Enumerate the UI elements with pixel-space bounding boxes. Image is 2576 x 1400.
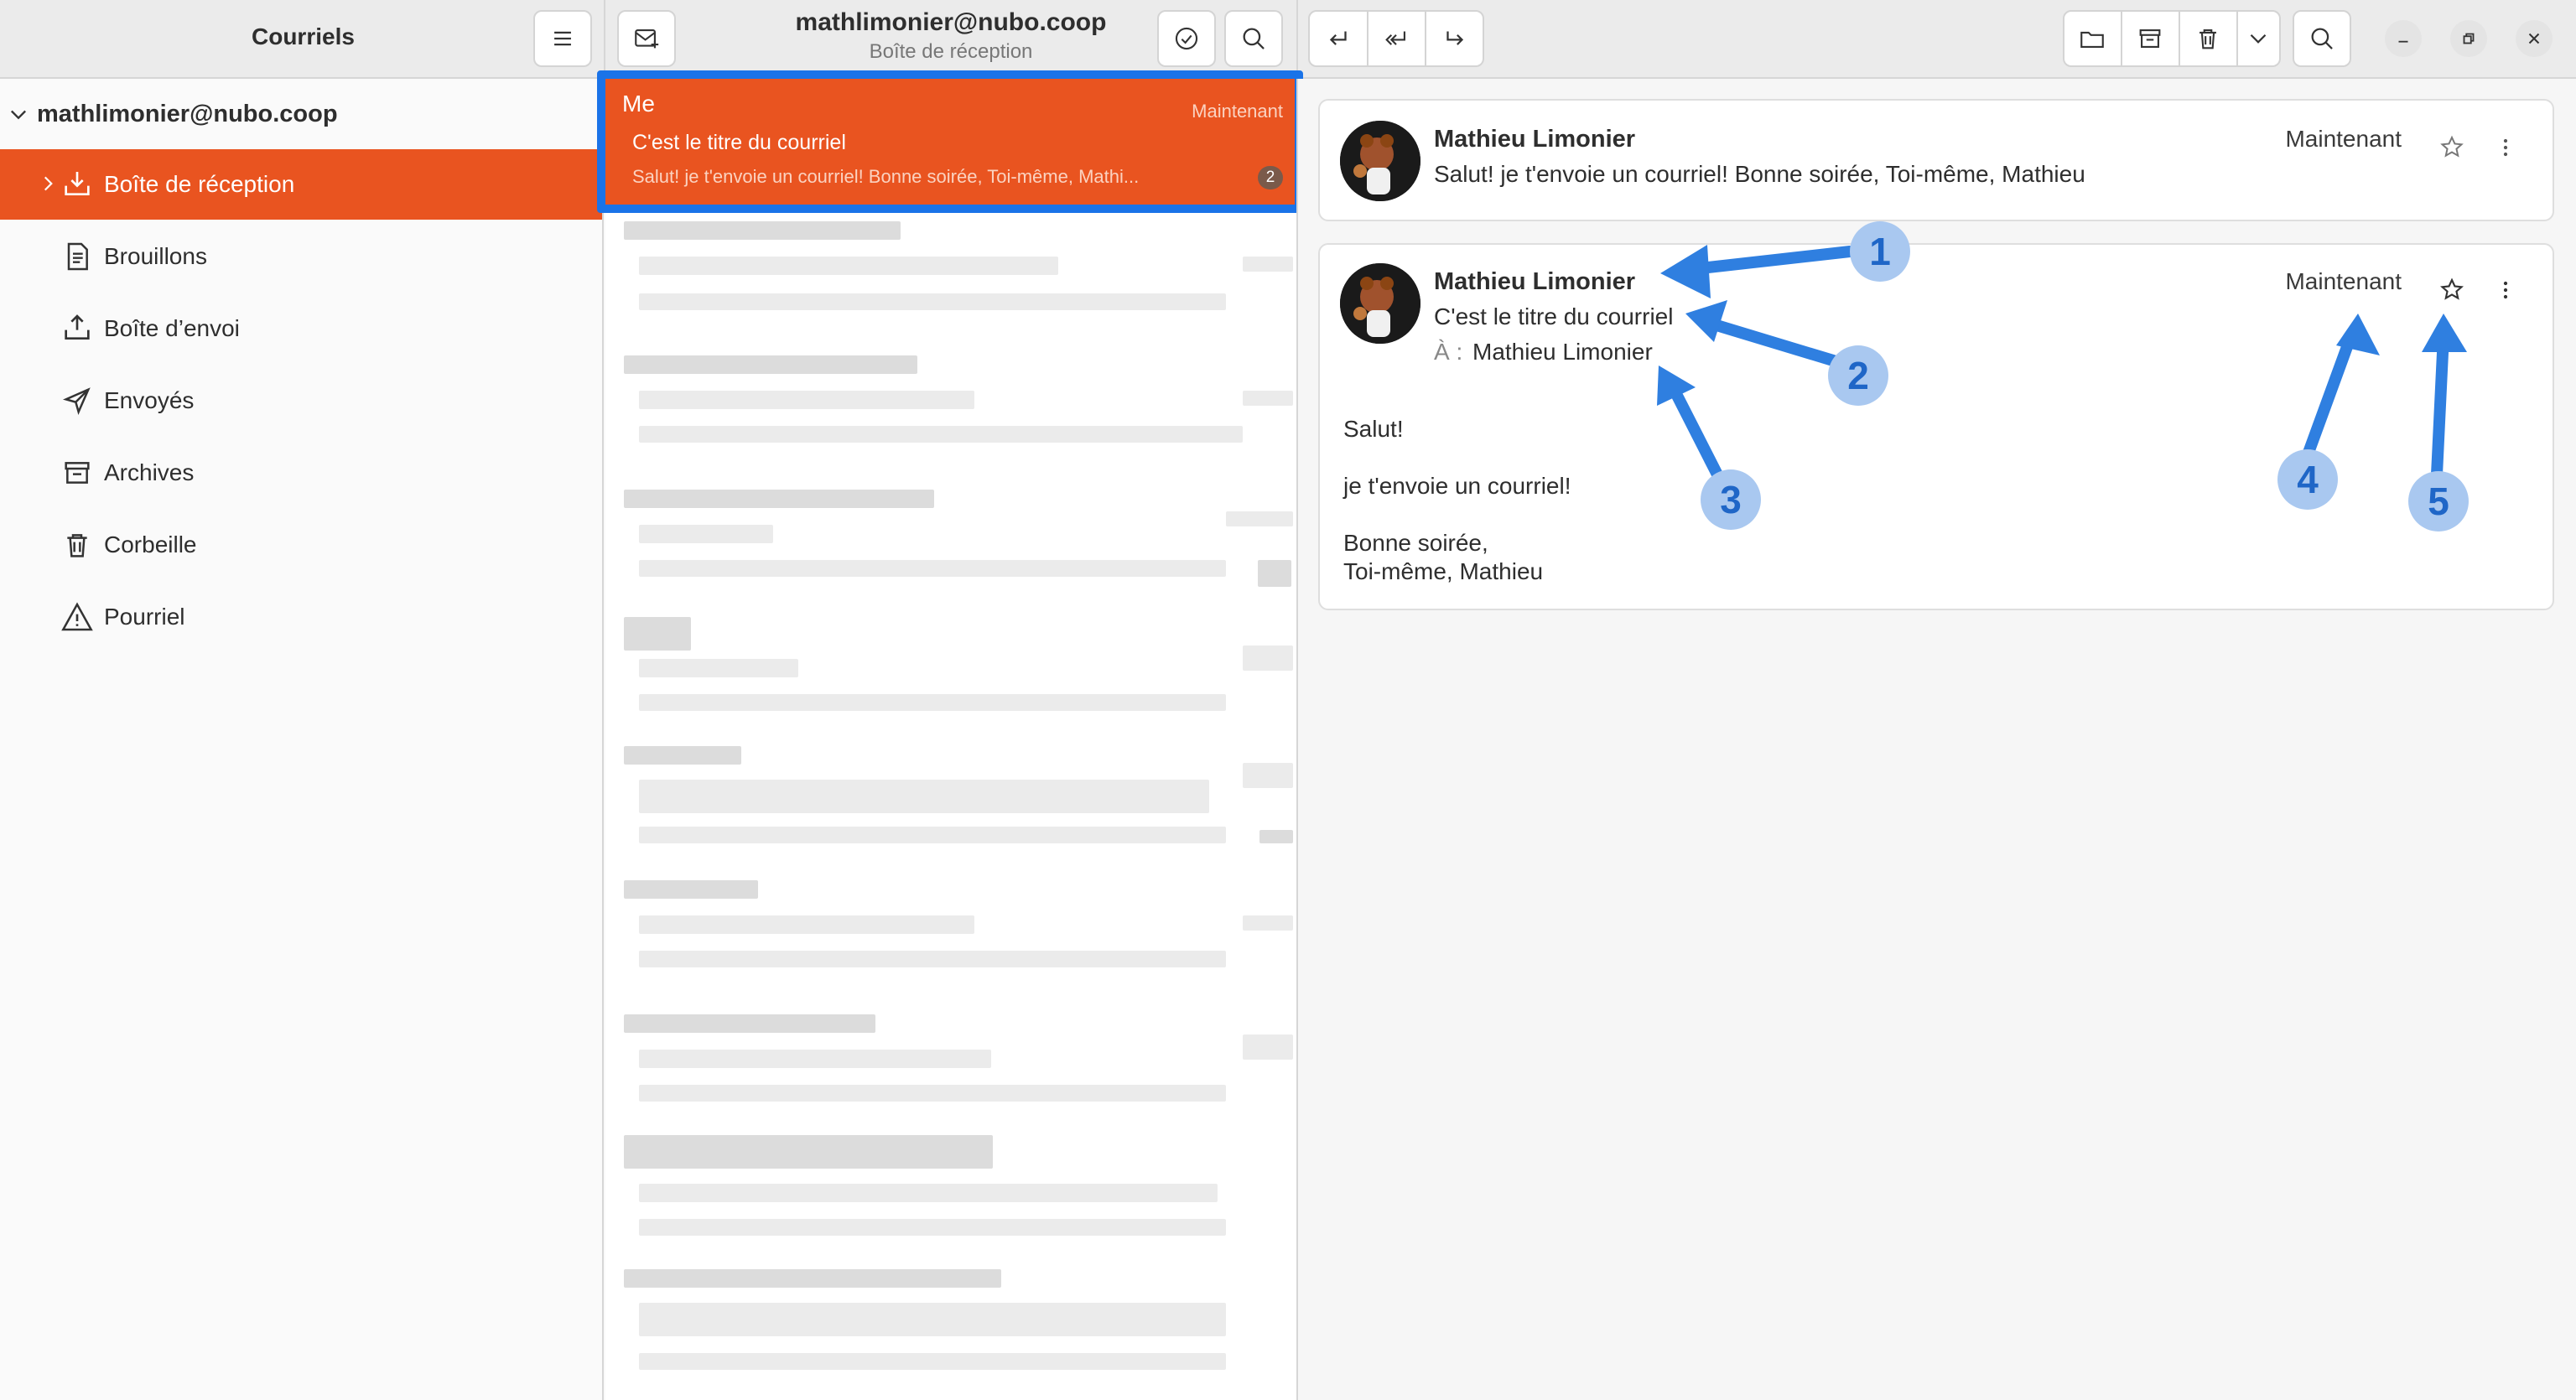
arrow-3 <box>1666 380 1725 484</box>
arrow-5 <box>2431 329 2449 480</box>
arrow-1 <box>1680 246 1856 276</box>
arrow-2 <box>1700 316 1839 366</box>
annotation-badge: 2 <box>1828 345 1888 406</box>
arrow-4 <box>2300 329 2357 465</box>
arrowhead-5 <box>2422 314 2467 352</box>
annotation-badge: 5 <box>2408 471 2469 531</box>
annotation-arrows <box>1657 245 2467 484</box>
annotation-badge: 1 <box>1850 221 1910 282</box>
annotation-badge: 3 <box>1701 469 1761 530</box>
annotation-badge: 4 <box>2277 449 2338 510</box>
arrowhead-1 <box>1660 245 1711 298</box>
